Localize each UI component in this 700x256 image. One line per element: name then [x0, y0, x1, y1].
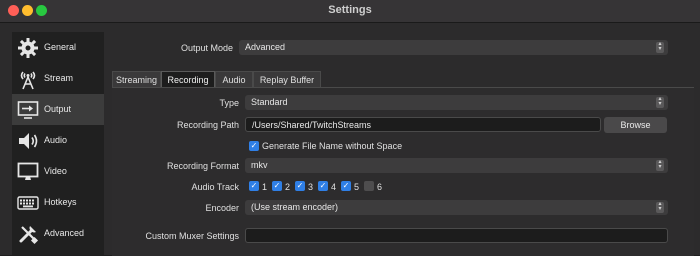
- sidebar-item-advanced[interactable]: Advanced: [12, 218, 104, 249]
- settings-sidebar: General Stream Output Audio Video Hotkey…: [12, 32, 104, 255]
- settings-window: Settings General Stream Output Audio Vid…: [0, 0, 700, 256]
- audio-track-4-checkbox[interactable]: ✓: [318, 181, 328, 191]
- sidebar-item-label: Video: [44, 166, 67, 176]
- audio-track-5-checkbox[interactable]: ✓: [341, 181, 351, 191]
- audio-track-6-label: 6: [377, 182, 383, 192]
- recording-format-value: mkv: [251, 160, 268, 170]
- sidebar-item-stream[interactable]: Stream: [12, 63, 104, 94]
- keyboard-icon: [17, 196, 39, 210]
- speaker-icon: [19, 133, 38, 149]
- recording-path-value: /Users/Shared/TwitchStreams: [252, 120, 372, 130]
- sidebar-item-label: General: [44, 42, 77, 52]
- sidebar-item-label: Hotkeys: [44, 197, 77, 207]
- audio-track-4-label: 4: [331, 182, 337, 192]
- audio-track-3-checkbox[interactable]: ✓: [295, 181, 305, 191]
- audio-track-2-checkbox[interactable]: ✓: [272, 181, 282, 191]
- output-mode-label: Output Mode: [180, 43, 233, 53]
- audio-track-label: Audio Track: [191, 182, 239, 192]
- audio-track-2-label: 2: [285, 182, 291, 192]
- tools-icon: [19, 226, 39, 245]
- chevron-updown-icon: ▴ ▾: [656, 96, 664, 108]
- type-label: Type: [219, 98, 239, 108]
- audio-track-1-checkbox[interactable]: ✓: [249, 181, 259, 191]
- output-icon: [17, 101, 39, 119]
- type-value: Standard: [251, 97, 288, 107]
- output-settings-panel: Output Mode Advanced ▴ ▾ Streaming Record…: [106, 32, 700, 256]
- audio-track-1-label: 1: [262, 182, 268, 192]
- window-title: Settings: [328, 4, 372, 16]
- recording-path-label: Recording Path: [176, 120, 239, 130]
- sidebar-item-general[interactable]: General: [12, 32, 104, 63]
- sidebar-item-label: Advanced: [44, 228, 85, 238]
- custom-muxer-label: Custom Muxer Settings: [145, 231, 239, 241]
- encoder-value: (Use stream encoder): [251, 202, 339, 212]
- title-bar: Settings: [0, 0, 700, 23]
- sidebar-item-output[interactable]: Output: [12, 94, 104, 125]
- browse-button[interactable]: Browse: [604, 117, 667, 133]
- sidebar-item-label: Stream: [44, 73, 74, 83]
- encoder-select[interactable]: (Use stream encoder) ▴ ▾: [245, 200, 668, 215]
- encoder-label: Encoder: [205, 203, 239, 213]
- recording-format-select[interactable]: mkv ▴ ▾: [245, 158, 668, 173]
- output-mode-select[interactable]: Advanced ▴ ▾: [239, 40, 668, 55]
- chevron-updown-icon: ▴ ▾: [656, 159, 664, 171]
- generate-filename-label: Generate File Name without Space: [262, 141, 403, 151]
- audio-track-3-label: 3: [308, 182, 314, 192]
- gear-icon: [18, 38, 38, 58]
- chevron-updown-icon: ▴ ▾: [656, 41, 664, 53]
- sidebar-item-label: Output: [44, 104, 72, 114]
- recording-format-label: Recording Format: [166, 161, 239, 171]
- chevron-updown-icon: ▴ ▾: [656, 201, 664, 213]
- custom-muxer-input[interactable]: [245, 228, 668, 243]
- generate-filename-checkbox[interactable]: ✓: [249, 141, 259, 151]
- audio-track-6-checkbox[interactable]: [364, 181, 374, 191]
- audio-track-5-label: 5: [354, 182, 360, 192]
- sidebar-item-video[interactable]: Video: [12, 156, 104, 187]
- output-mode-value: Advanced: [245, 42, 286, 52]
- sidebar-item-hotkeys[interactable]: Hotkeys: [12, 187, 104, 218]
- antenna-icon: [20, 71, 36, 90]
- sidebar-item-audio[interactable]: Audio: [12, 125, 104, 156]
- monitor-icon: [17, 162, 39, 180]
- sidebar-item-label: Audio: [44, 135, 68, 145]
- type-select[interactable]: Standard ▴ ▾: [245, 95, 668, 110]
- recording-tab-content: Type Standard ▴ ▾ Recording Path /Users/S…: [112, 87, 694, 256]
- recording-path-input[interactable]: /Users/Shared/TwitchStreams: [245, 117, 601, 132]
